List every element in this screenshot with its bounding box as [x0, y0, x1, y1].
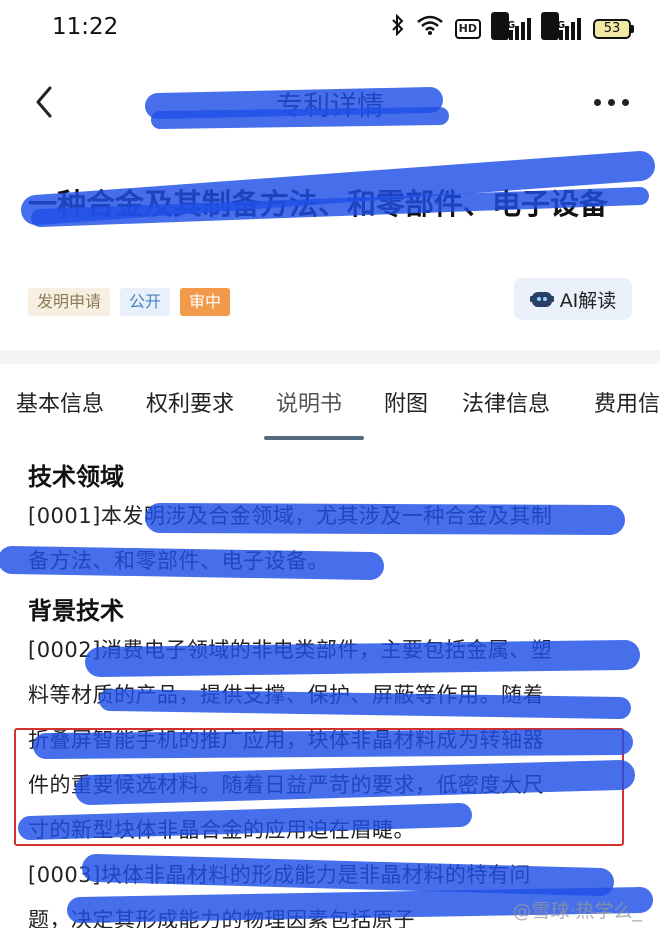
tab-description[interactable]: 说明书	[276, 386, 342, 418]
paragraph-line: [0003]块体非晶材料的形成能力是非晶材料的特有问	[28, 863, 531, 887]
screen: 11:22 HD 5G 4G 53 专利详情 一种合金及其制备方法、和零部件、电…	[0, 0, 660, 928]
paragraph-0002: [0002]消费电子领域的非电类部件，主要包括金属、塑 料等材质的产品，提供支撑…	[28, 628, 638, 928]
paragraph-line: [0001]本发明涉及合金领域，尤其涉及一种合金及其制	[28, 504, 553, 528]
paragraph-0001: [0001]本发明涉及合金领域，尤其涉及一种合金及其制 备方法、和零部件、电子设…	[28, 494, 638, 584]
section-divider	[0, 350, 660, 364]
page-title: 专利详情	[276, 91, 384, 122]
description-content: 技术领域 [0001]本发明涉及合金领域，尤其涉及一种合金及其制 备方法、和零部…	[28, 460, 638, 928]
watermark: @雪球·热学么_	[512, 900, 642, 922]
nav-header: 专利详情	[0, 70, 660, 140]
paragraph-line: 备方法、和零部件、电子设备。	[28, 549, 329, 573]
tab-fees[interactable]: 费用信	[594, 386, 660, 418]
signal-5g-icon: 5G	[491, 11, 531, 40]
ai-interpret-label: AI解读	[559, 289, 617, 312]
tab-drawings[interactable]: 附图	[384, 386, 428, 418]
tag-status: 审中	[180, 288, 231, 316]
paragraph-line: 料等材质的产品，提供支撑、保护、屏蔽等作用。随着	[28, 683, 544, 707]
heading-technical-field: 技术领域	[28, 463, 124, 491]
signal-4g-icon: 4G	[541, 11, 581, 40]
patent-tags: 发明申请 公开 审中	[28, 288, 231, 316]
tab-basic-info[interactable]: 基本信息	[16, 386, 104, 418]
tab-legal-info[interactable]: 法律信息	[462, 386, 550, 418]
tab-bar: 基本信息 权利要求 说明书 附图 法律信息 费用信	[0, 364, 660, 440]
paragraph-line: 折叠屏智能手机的推广应用，块体非晶材料成为转轴器	[28, 728, 544, 752]
active-tab-indicator	[264, 436, 364, 440]
ai-interpret-button[interactable]: AI解读	[514, 278, 632, 320]
patent-title: 一种合金及其制备方法、和零部件、电子设备	[28, 187, 609, 221]
more-options-icon[interactable]	[594, 90, 634, 114]
battery-level: 53	[593, 18, 631, 39]
heading-background: 背景技术	[28, 597, 124, 625]
tab-claims[interactable]: 权利要求	[146, 386, 234, 418]
tag-type: 发明申请	[28, 288, 111, 316]
robot-icon	[529, 289, 554, 309]
status-bar: 11:22 HD 5G 4G 53	[0, 0, 660, 60]
battery-icon: 53	[593, 18, 634, 39]
hd-badge: HD	[454, 18, 481, 39]
status-icons: HD 5G 4G 53	[391, 11, 634, 43]
status-time: 11:22	[52, 14, 119, 40]
paragraph-line: 件的重要候选材料。随着日益严苛的要求，低密度大尺	[28, 773, 544, 797]
paragraph-line: [0002]消费电子领域的非电类部件，主要包括金属、塑	[28, 638, 553, 662]
wifi-icon	[416, 15, 443, 42]
paragraph-line: 寸的新型块体非晶合金的应用迫在眉睫。	[28, 818, 415, 842]
bluetooth-icon	[391, 13, 405, 43]
tag-publication: 公开	[120, 288, 171, 316]
